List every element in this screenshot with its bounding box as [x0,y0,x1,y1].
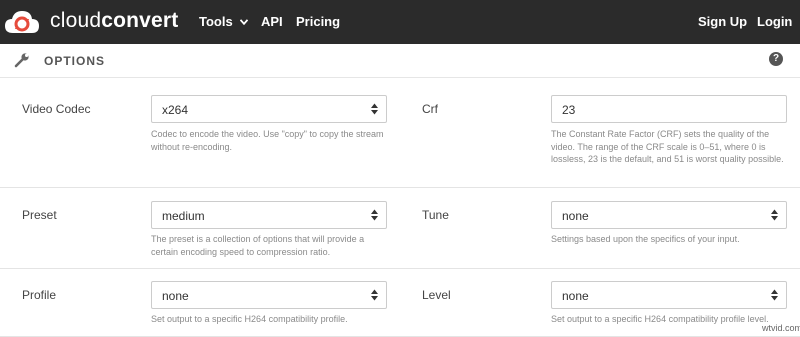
profile-hint: Set output to a specific H264 compatibil… [151,314,348,324]
top-navbar: cloudconvert Tools API Pricing Sign Up L… [0,0,800,44]
profile-select[interactable]: none [151,281,387,309]
select-arrows-icon [371,289,378,301]
preset-value: medium [162,209,205,223]
video-codec-label: Video Codec [22,102,91,116]
level-hint: Set output to a specific H264 compatibil… [551,314,769,324]
nav-tools[interactable]: Tools [199,14,249,29]
select-arrows-icon [771,289,778,301]
options-row-2: Preset medium The preset is a collection… [0,188,800,269]
crf-hint: The Constant Rate Factor (CRF) sets the … [551,129,784,164]
help-icon[interactable]: ? [769,52,783,66]
tune-value: none [562,209,589,223]
nav-pricing[interactable]: Pricing [296,14,340,29]
video-codec-hint: Codec to encode the video. Use "copy" to… [151,129,384,152]
level-label: Level [422,288,451,302]
profile-label: Profile [22,288,57,302]
tune-select[interactable]: none [551,201,787,229]
crf-input[interactable]: 23 [551,95,787,123]
nav-login[interactable]: Login [757,14,792,29]
brand-name-bold: convert [101,9,179,32]
select-arrows-icon [371,209,378,221]
select-arrows-icon [371,103,378,115]
nav-tools-label: Tools [199,14,233,29]
crf-label: Crf [422,102,438,116]
tune-label: Tune [422,208,449,222]
watermark: wtvid.com [762,323,800,333]
preset-label: Preset [22,208,57,222]
nav-api[interactable]: API [261,14,283,29]
options-row-3: Profile none Set output to a specific H2… [0,269,800,337]
level-value: none [562,289,589,303]
nav-sign-up[interactable]: Sign Up [698,14,747,29]
level-select[interactable]: none [551,281,787,309]
crf-value: 23 [562,103,576,117]
wrench-icon [14,53,29,68]
options-title: OPTIONS [44,54,106,68]
preset-select[interactable]: medium [151,201,387,229]
preset-hint: The preset is a collection of options th… [151,234,365,257]
tune-hint: Settings based upon the specifics of you… [551,234,740,244]
options-row-1: Video Codec x264 Codec to encode the vid… [0,78,800,188]
options-header: OPTIONS ? [0,44,800,78]
profile-value: none [162,289,189,303]
brand-name-light: cloud [50,9,102,32]
chevron-down-icon [240,19,249,25]
select-arrows-icon [771,209,778,221]
brand-name[interactable]: cloudconvert [50,9,178,33]
cloud-logo-icon[interactable] [4,7,40,37]
video-codec-value: x264 [162,103,189,117]
video-codec-select[interactable]: x264 [151,95,387,123]
